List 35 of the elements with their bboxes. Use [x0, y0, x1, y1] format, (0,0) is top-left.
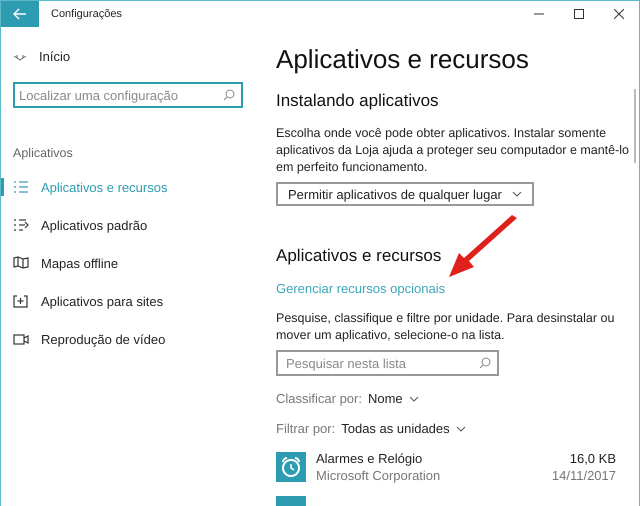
sort-dropdown[interactable]: Classificar por: Nome	[276, 391, 419, 406]
back-button[interactable]	[1, 1, 39, 27]
chevron-down-icon	[456, 426, 466, 432]
back-arrow-icon	[13, 8, 27, 20]
plus-box-icon	[13, 293, 29, 309]
filter-dropdown[interactable]: Filtrar por: Todas as unidades	[276, 421, 466, 436]
window-title: Configurações	[51, 8, 123, 20]
install-date: 14/11/2017	[552, 467, 616, 484]
chevron-down-icon	[512, 191, 522, 197]
map-icon	[13, 255, 29, 271]
close-icon	[614, 9, 624, 19]
app-list-item[interactable]: Alarmes e Relógio Microsoft Corporation 16,0 KB 14/11/2017	[276, 450, 616, 484]
search-icon	[223, 89, 235, 101]
sidebar-item[interactable]: Aplicativos padrão	[1, 206, 263, 244]
app-size: 16,0 KB	[568, 450, 616, 467]
list-arrow-icon	[13, 217, 29, 233]
app-publisher: Microsoft Corporation	[316, 467, 442, 484]
search-icon	[479, 357, 491, 369]
settings-search-field[interactable]: Localizar uma configuração	[13, 82, 243, 108]
chevron-down-icon	[408, 396, 419, 402]
section-heading: Aplicativos	[13, 146, 74, 160]
description-text: Escolha onde você pode obter aplicativos. Instalar somente aplicativos da Loja ajuda a proteger seu computador e mantê-lo em perfeito funcionamento.	[276, 125, 630, 176]
sidebar-item[interactable]: Aplicativos para sites	[1, 282, 263, 320]
maximize-icon	[574, 9, 584, 19]
list-search-field[interactable]: Pesquisar nesta lista	[276, 350, 499, 376]
app-name: Alarmes e Relógio	[316, 450, 424, 467]
app-source-dropdown[interactable]: Permitir aplicativos de qualquer lugar	[276, 182, 534, 206]
section-heading: Instalando aplicativos	[276, 91, 440, 111]
description-text: Pesquise, classifique e filtre por unidade. Para desinstalar ou mover um aplicativo, selecione-o na lista.	[276, 310, 616, 344]
home-link[interactable]: Início	[39, 49, 70, 64]
list-icon	[13, 179, 29, 195]
page-title: Aplicativos e recursos	[276, 44, 530, 75]
sidebar-item[interactable]: Reprodução de vídeo	[1, 320, 263, 358]
section-heading: Aplicativos e recursos	[276, 246, 442, 266]
sidebar-item[interactable]: Mapas offline	[1, 244, 263, 282]
